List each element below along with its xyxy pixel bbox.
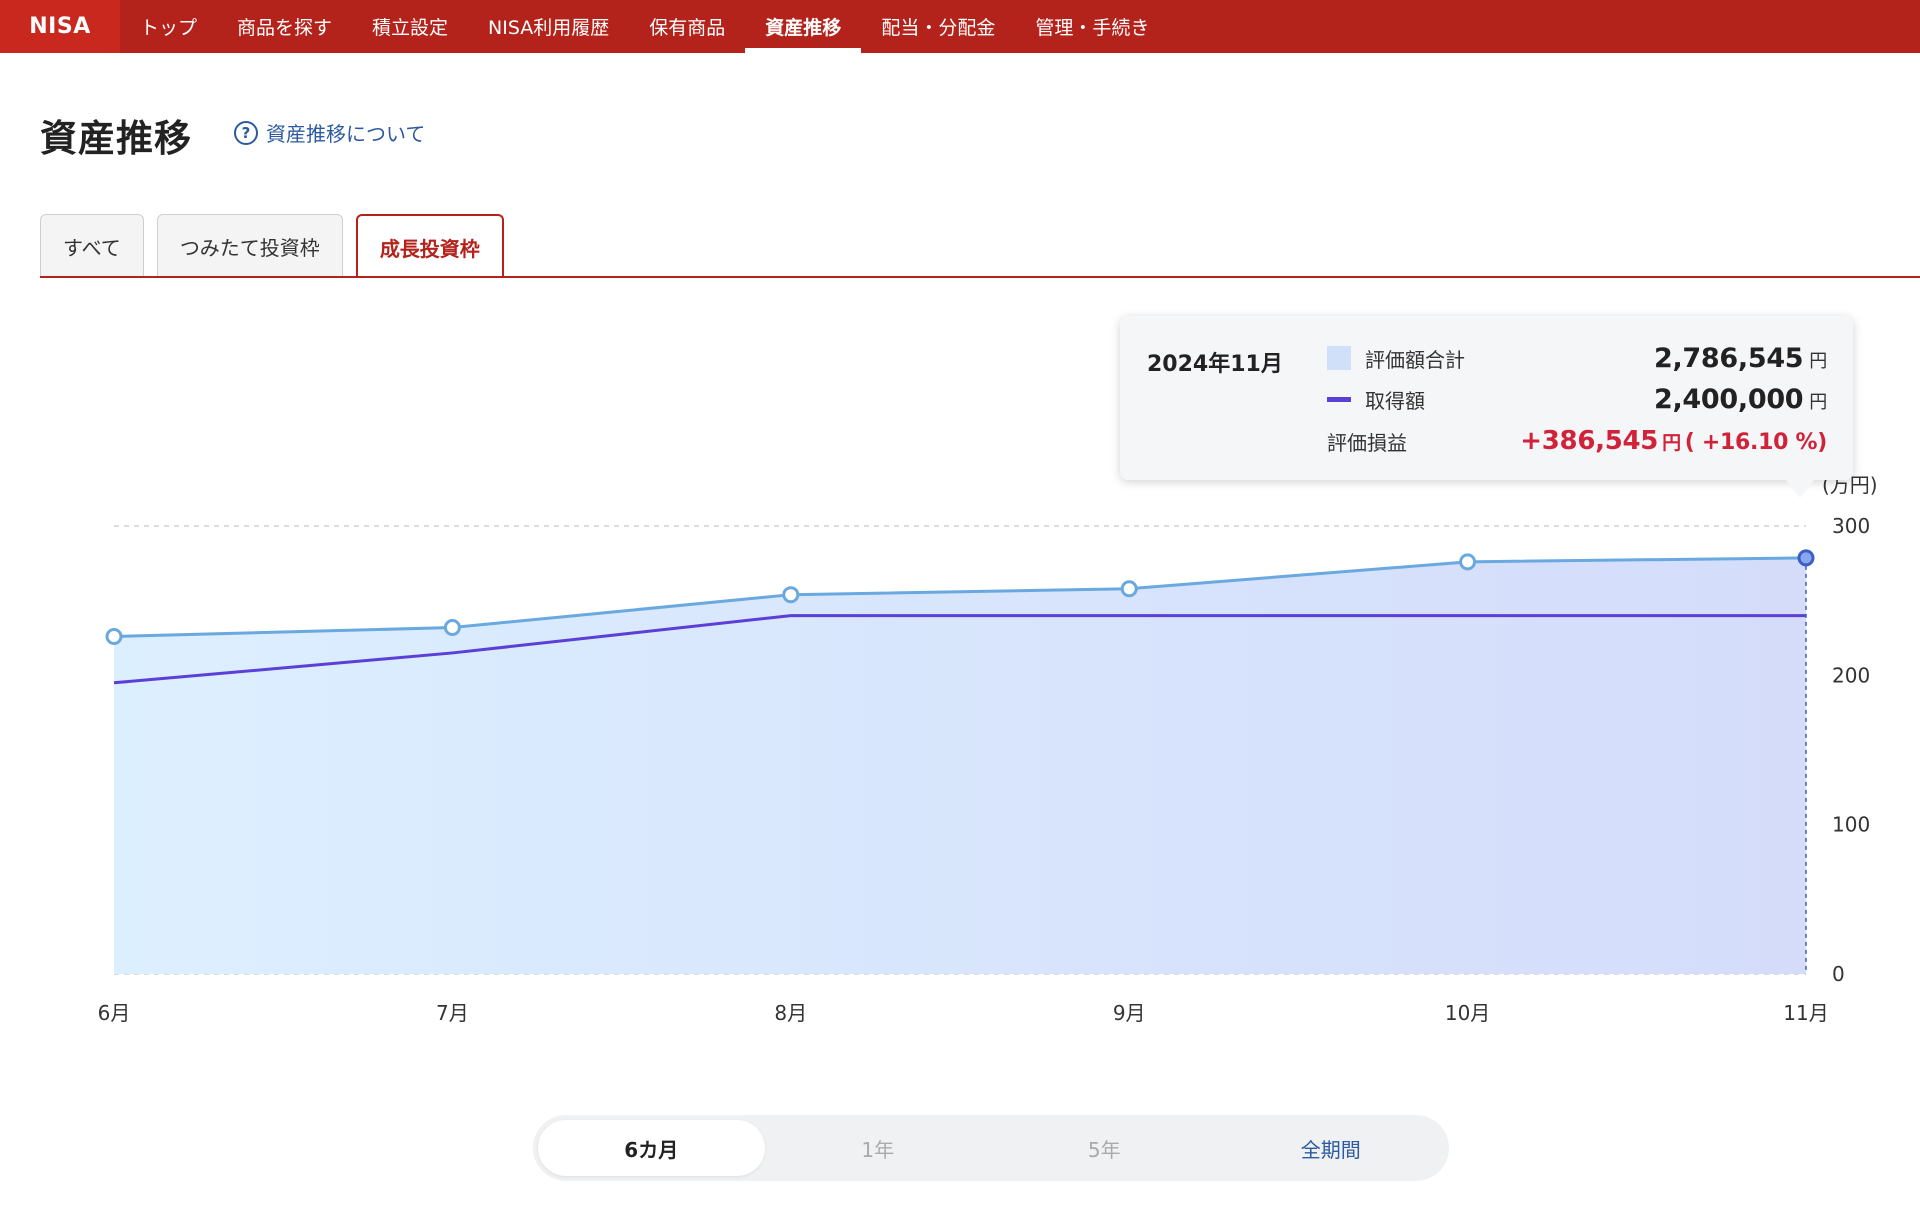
valuation-swatch bbox=[1327, 346, 1351, 370]
period-option-2[interactable]: 5年 bbox=[991, 1120, 1218, 1176]
help-link[interactable]: ? 資産推移について bbox=[234, 118, 425, 147]
nav-item-4[interactable]: 保有商品 bbox=[629, 0, 745, 53]
y-tick-label-1: 100 bbox=[1832, 813, 1870, 837]
valuation-point-3 bbox=[1120, 580, 1138, 598]
page-title: 資産推移 bbox=[40, 117, 192, 160]
x-tick-label-5: 11月 bbox=[1783, 1001, 1828, 1025]
gain-percent: ( +16.10 %) bbox=[1684, 430, 1828, 455]
tooltip-row-gain: 評価損益 +386,545 円( +16.10 %) bbox=[1327, 426, 1827, 456]
chart-tooltip: 2024年11月 評価額合計 2,786,545 円 取得額 2,400,000 円… bbox=[1120, 316, 1853, 498]
valuation-point-0 bbox=[105, 628, 123, 646]
valuation-area bbox=[114, 557, 1806, 974]
tooltip-row-acquisition: 取得額 2,400,000 円 bbox=[1327, 384, 1827, 415]
nav-item-0[interactable]: トップ bbox=[120, 0, 217, 53]
x-tick-label-0: 6月 bbox=[98, 1001, 131, 1025]
valuation-point-5 bbox=[1797, 549, 1815, 567]
nav-item-3[interactable]: NISA利用履歴 bbox=[468, 0, 629, 53]
help-link-label: 資産推移について bbox=[266, 122, 426, 146]
nav-items: トップ 商品を探す 積立設定 NISA利用履歴 保有商品 資産推移 配当・分配金 管理・手続き bbox=[120, 0, 1169, 53]
valuation-unit: 円 bbox=[1809, 350, 1827, 372]
y-tick-label-2: 200 bbox=[1832, 663, 1870, 687]
nisa-logo[interactable]: NISA bbox=[0, 0, 120, 53]
acquisition-value: 2,400,000 bbox=[1653, 383, 1804, 415]
acquisition-swatch bbox=[1327, 396, 1351, 402]
valuation-value-wrap: 2,786,545 円 bbox=[1654, 343, 1827, 374]
valuation-point-1 bbox=[443, 619, 461, 637]
frame-tabs: すべて つみたて投資枠 成長投資枠 bbox=[40, 214, 517, 278]
nav-item-6[interactable]: 配当・分配金 bbox=[861, 0, 1015, 53]
nav-item-1[interactable]: 商品を探す bbox=[217, 0, 352, 53]
tooltip-date: 2024年11月 bbox=[1147, 352, 1283, 377]
gain-value-wrap: +386,545 円( +16.10 %) bbox=[1520, 426, 1827, 456]
acquisition-value-wrap: 2,400,000 円 bbox=[1654, 384, 1827, 415]
x-tick-label-4: 10月 bbox=[1445, 1001, 1490, 1025]
gain-value: +386,545 bbox=[1520, 426, 1659, 456]
nav-item-7[interactable]: 管理・手続き bbox=[1015, 0, 1169, 53]
top-navigation: NISA トップ 商品を探す 積立設定 NISA利用履歴 保有商品 資産推移 配当・分配金管… bbox=[0, 0, 1920, 53]
tab-2[interactable]: 成長投資枠 bbox=[355, 214, 504, 278]
valuation-point-4 bbox=[1459, 553, 1477, 571]
question-circle-icon: ? bbox=[234, 120, 258, 145]
nav-item-2[interactable]: 積立設定 bbox=[352, 0, 468, 53]
x-tick-label-3: 9月 bbox=[1113, 1001, 1146, 1025]
nav-item-5[interactable]: 資産推移 bbox=[745, 0, 862, 53]
tooltip-row-valuation: 評価額合計 2,786,545 円 bbox=[1327, 343, 1827, 374]
valuation-label: 評価額合計 bbox=[1365, 347, 1465, 372]
x-tick-label-2: 8月 bbox=[774, 1001, 807, 1025]
y-tick-label-3: 300 bbox=[1832, 514, 1870, 538]
y-tick-label-0: 0 bbox=[1832, 962, 1845, 986]
period-option-0[interactable]: 6カ月 bbox=[538, 1120, 765, 1176]
tab-0[interactable]: すべて bbox=[40, 214, 144, 277]
tab-1[interactable]: つみたて投資枠 bbox=[156, 214, 343, 277]
period-switch: 6カ月 1年 5年 全期間 bbox=[533, 1115, 1449, 1181]
gain-unit: 円 bbox=[1662, 432, 1681, 454]
gain-label: 評価損益 bbox=[1327, 430, 1407, 455]
tab-divider bbox=[40, 276, 1920, 278]
valuation-value: 2,786,545 bbox=[1653, 342, 1804, 374]
acquisition-label: 取得額 bbox=[1365, 388, 1425, 413]
period-option-1[interactable]: 1年 bbox=[765, 1120, 992, 1176]
valuation-point-2 bbox=[782, 586, 800, 604]
acquisition-unit: 円 bbox=[1809, 391, 1827, 413]
period-option-3[interactable]: 全期間 bbox=[1218, 1120, 1445, 1176]
x-tick-label-1: 7月 bbox=[436, 1001, 469, 1025]
